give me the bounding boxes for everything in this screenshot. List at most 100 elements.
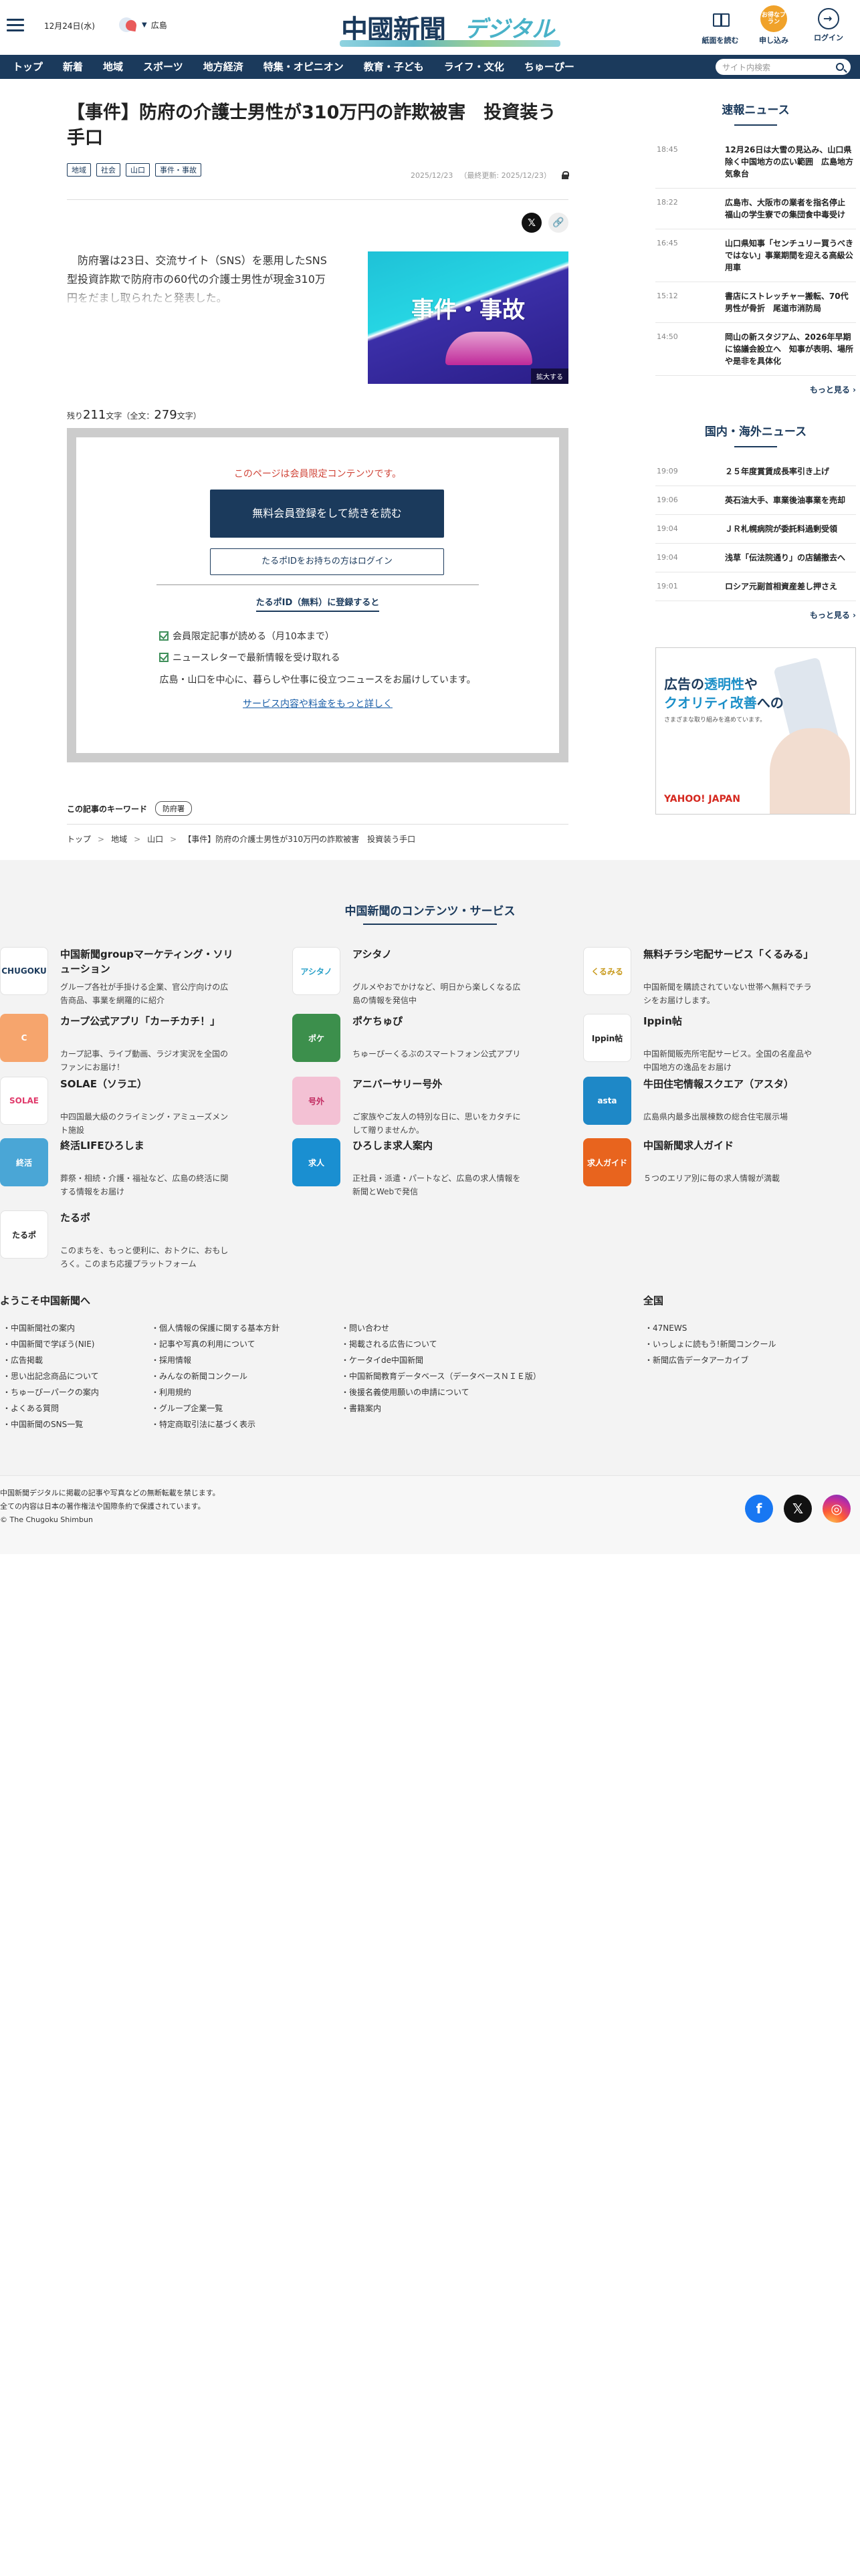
- x-icon[interactable]: 𝕏: [784, 1495, 812, 1523]
- copy-link-icon[interactable]: 🔗: [548, 213, 568, 233]
- more-link[interactable]: もっと見る ›: [655, 384, 856, 395]
- news-item[interactable]: 18:45 12月26日は大雪の見込み、山口県除く中国地方の広い範囲 広島地方気象…: [655, 136, 856, 189]
- news-item[interactable]: 19:01 ロシア元副首相資産差し押さえ: [655, 572, 856, 601]
- share-buttons: 𝕏 🔗: [522, 213, 568, 233]
- footer-link[interactable]: 中国新聞のSNS一覧: [3, 1416, 99, 1432]
- menu-icon[interactable]: [7, 19, 24, 32]
- instagram-icon[interactable]: ◎: [823, 1495, 851, 1523]
- news-item[interactable]: 19:04 ＪＲ札幌病院が委託料過剰受領: [655, 515, 856, 544]
- footer-link[interactable]: 中国新聞社の案内: [3, 1320, 99, 1336]
- news-item[interactable]: 18:22 広島市、大阪市の業者を指名停止 福山の学生寮での集団食中毒受け: [655, 189, 856, 229]
- facebook-icon[interactable]: f: [745, 1495, 773, 1523]
- nav-sports[interactable]: スポーツ: [133, 55, 193, 79]
- footer-link[interactable]: 記事や写真の利用について: [151, 1336, 280, 1352]
- logo-sub: デジタル: [464, 16, 555, 43]
- nav-top[interactable]: トップ: [3, 55, 53, 79]
- world-news-title: 国内・海外ニュース: [655, 422, 856, 447]
- news-time: 16:45: [657, 239, 678, 247]
- news-time: 19:09: [657, 467, 678, 475]
- nav-life[interactable]: ライフ・文化: [434, 55, 514, 79]
- more-link[interactable]: もっと見る ›: [655, 609, 856, 621]
- keyword-tag[interactable]: 防府署: [155, 801, 193, 816]
- news-item[interactable]: 16:45 山口県知事「センチュリー買うべきではない」事業期間を迎える高級公用車: [655, 229, 856, 282]
- footer-link[interactable]: 中国新聞で学ぼう(NIE): [3, 1336, 99, 1352]
- services-title: 中国新聞のコンテンツ・サービス: [0, 901, 860, 925]
- service-logo-icon: C: [0, 1014, 48, 1062]
- service-desc: 正社員・派遣・パートなど、広島の求人情報を新聞とWebで発信: [352, 1174, 521, 1196]
- news-time: 19:01: [657, 582, 678, 591]
- search-input[interactable]: サイト内検索: [716, 59, 851, 75]
- footer-link[interactable]: みんなの新聞コンクール: [151, 1368, 280, 1384]
- nav-chupy[interactable]: ちゅーぴー: [514, 55, 584, 79]
- footer-link[interactable]: 中国新聞教育データベース（データベースＮＩＥ版）: [341, 1368, 541, 1384]
- article: 【事件】防府の介護士男性が310万円の詐欺被害 投資装う手口 地域 社会 山口 …: [67, 100, 569, 844]
- read-paper-button[interactable]: 紙面を読む: [698, 5, 742, 45]
- footer-link[interactable]: 採用情報: [151, 1352, 280, 1368]
- news-item[interactable]: 15:12 書店にストレッチャー搬転、70代男性が骨折 尾道市消防局: [655, 282, 856, 323]
- nav-new[interactable]: 新着: [53, 55, 93, 79]
- news-time: 19:04: [657, 553, 678, 562]
- service-name: 牛田住宅情報スクエア（アスタ）: [643, 1078, 794, 1090]
- footer-link[interactable]: ケータイde中国新聞: [341, 1352, 541, 1368]
- subscribe-button[interactable]: お得なプラン 申し込み: [752, 5, 796, 45]
- footer-link[interactable]: 47NEWS: [645, 1320, 776, 1336]
- service-desc: ご家族やご友人の特別な日に、思いをカタチにして贈りませんか。: [352, 1112, 521, 1135]
- footer-link[interactable]: 思い出記念商品について: [3, 1368, 99, 1384]
- breadcrumb-item[interactable]: 山口: [147, 835, 163, 844]
- site-logo[interactable]: 中國新聞 デジタル: [340, 7, 560, 47]
- x-share-icon[interactable]: 𝕏: [522, 213, 542, 233]
- service-name: たるポ: [60, 1212, 91, 1224]
- nav-region[interactable]: 地域: [93, 55, 133, 79]
- footer-link[interactable]: 書籍案内: [341, 1400, 541, 1416]
- nav-economy[interactable]: 地方経済: [193, 55, 253, 79]
- hand-illustration: [770, 728, 850, 814]
- footer-link[interactable]: 特定商取引法に基づく表示: [151, 1416, 280, 1432]
- footer-column: 47NEWSいっしょに読もう!新聞コンクール新聞広告データアーカイブ: [645, 1320, 776, 1368]
- footer-link[interactable]: 後援名義使用願いの申請について: [341, 1384, 541, 1400]
- chevron-down-icon: ▼: [142, 21, 147, 29]
- article-photo[interactable]: 事件・事故 拡大する: [368, 251, 568, 384]
- register-heading: たるポID（無料）に登録すると: [76, 595, 559, 612]
- footer-link[interactable]: いっしょに読もう!新聞コンクール: [645, 1336, 776, 1352]
- breadcrumb-item[interactable]: 地域: [111, 835, 127, 844]
- news-item[interactable]: 14:50 岡山の新スタジアム、2026年早期に協議会設立へ 知事が表明、場所や是…: [655, 323, 856, 376]
- footer-link[interactable]: グループ企業一覧: [151, 1400, 280, 1416]
- footer-link[interactable]: 問い合わせ: [341, 1320, 541, 1336]
- search-icon[interactable]: [836, 63, 844, 71]
- zoom-button[interactable]: 拡大する: [531, 368, 568, 384]
- check-icon: [159, 653, 169, 662]
- keyword-section: この記事のキーワード 防府署: [67, 801, 193, 816]
- ad-banner[interactable]: 広告の透明性や クオリティ改善への さまざまな取り組みを進めています。 YAHO…: [655, 647, 856, 815]
- nav-opinion[interactable]: 特集・オピニオン: [253, 55, 354, 79]
- service-name: ひろしま求人案内: [352, 1140, 433, 1152]
- footer-column: 個人情報の保護に関する基本方針記事や写真の利用について採用情報みんなの新聞コンク…: [151, 1320, 280, 1432]
- ad-headline: 広告の透明性や クオリティ改善への: [664, 676, 784, 711]
- tag-society[interactable]: 社会: [96, 163, 120, 177]
- service-desc: ５つのエリア別に毎の求人情報が満載: [643, 1174, 780, 1183]
- tag-incident[interactable]: 事件・事故: [155, 163, 201, 177]
- details-link[interactable]: サービス内容や料金をもっと詳しく: [76, 697, 559, 710]
- tag-yamaguchi[interactable]: 山口: [126, 163, 150, 177]
- footer-link[interactable]: よくある質問: [3, 1400, 99, 1416]
- footer-link[interactable]: 利用規約: [151, 1384, 280, 1400]
- nav-education[interactable]: 教育・子ども: [354, 55, 434, 79]
- login-with-id-button[interactable]: たるポIDをお持ちの方はログイン: [210, 548, 444, 575]
- header-date: 12月24日(水): [44, 21, 95, 31]
- news-item[interactable]: 19:09 ２５年度賞賃成長率引き上げ: [655, 457, 856, 486]
- service-desc: 葬祭・相続・介護・福祉など、広島の終活に関する情報をお届け: [60, 1174, 229, 1196]
- breadcrumb-item[interactable]: トップ: [67, 835, 91, 844]
- news-item[interactable]: 19:04 浅草「伝法院通り」の店舗撤去へ: [655, 544, 856, 572]
- login-button[interactable]: ログイン: [807, 5, 851, 43]
- footer-link[interactable]: ちゅーぴーパークの案内: [3, 1384, 99, 1400]
- breaking-news-list: 18:45 12月26日は大雪の見込み、山口県除く中国地方の広い範囲 広島地方気象…: [655, 136, 856, 376]
- service-desc: ちゅーぴーくるぶのスマートフォン公式アプリ: [352, 1049, 521, 1059]
- footer-link[interactable]: 広告掲載: [3, 1352, 99, 1368]
- weather-area: 広島: [150, 20, 167, 30]
- footer-link[interactable]: 掲載される広告について: [341, 1336, 541, 1352]
- news-item[interactable]: 19:06 英石油大手、車業後油事業を売却: [655, 486, 856, 515]
- weather-widget[interactable]: ▼ 広島: [118, 16, 167, 33]
- footer-link[interactable]: 新聞広告データアーカイブ: [645, 1352, 776, 1368]
- tag-region[interactable]: 地域: [67, 163, 91, 177]
- register-button[interactable]: 無料会員登録をして続きを読む: [210, 490, 444, 538]
- footer-link[interactable]: 個人情報の保護に関する基本方針: [151, 1320, 280, 1336]
